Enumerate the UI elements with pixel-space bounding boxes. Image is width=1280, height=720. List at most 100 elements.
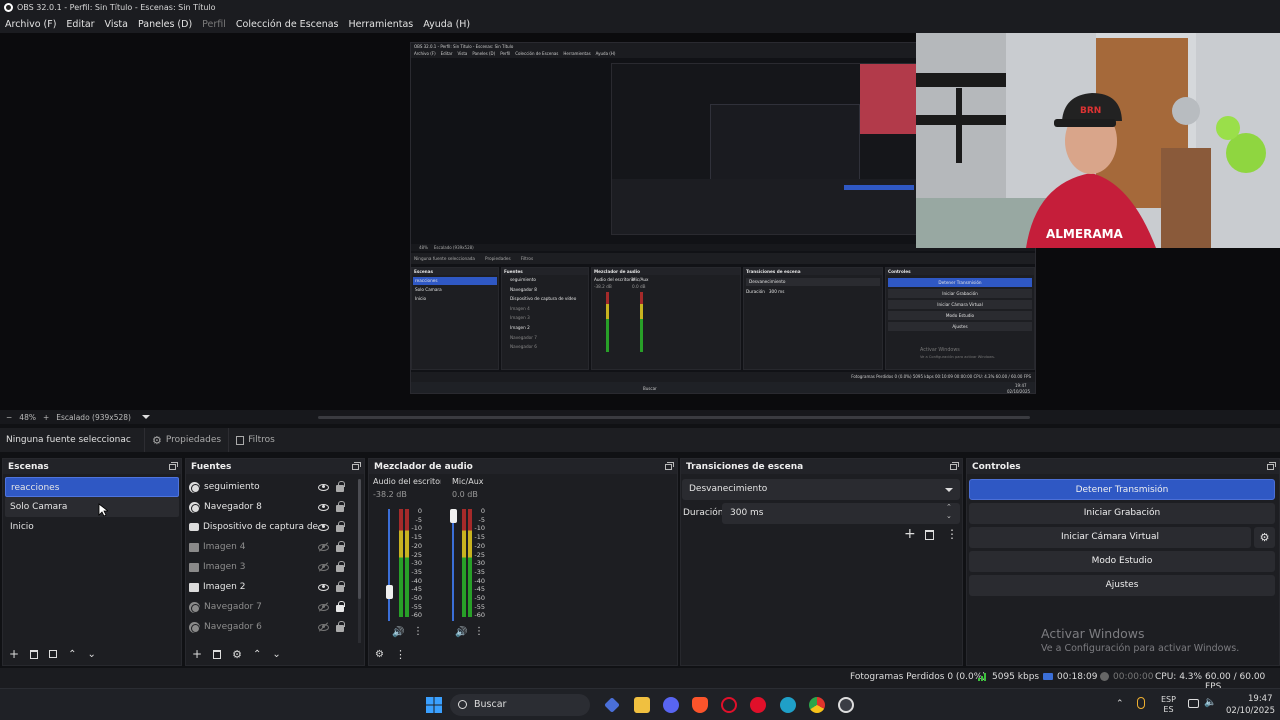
advanced-audio-gear-icon[interactable]: ⚙ <box>375 649 384 660</box>
lock-icon[interactable] <box>336 601 345 612</box>
source-item[interactable]: Imagen 2 <box>186 577 364 597</box>
hidden-eye-icon[interactable] <box>318 563 329 571</box>
add-source-icon[interactable]: + <box>192 647 202 661</box>
channel-menu-icon[interactable]: ⋮ <box>474 626 484 637</box>
scaling-dropdown-icon[interactable] <box>141 415 150 419</box>
undock-icon[interactable] <box>665 461 674 470</box>
menu-ayuda[interactable]: Ayuda (H) <box>423 19 470 30</box>
move-up-icon[interactable]: ⌃ <box>68 649 76 660</box>
properties-button[interactable]: ⚙ Propiedades <box>144 428 228 452</box>
undock-icon[interactable] <box>352 461 361 470</box>
speaker-icon[interactable]: 🔊 <box>392 627 404 638</box>
chrome-icon[interactable] <box>809 697 825 713</box>
menu-archivo[interactable]: Archivo (F) <box>5 19 56 30</box>
language-indicator[interactable]: ESP ES <box>1161 695 1176 715</box>
start-recording-button[interactable]: Iniciar Grabación <box>969 503 1275 524</box>
microphone-icon[interactable] <box>1137 697 1145 709</box>
windows-start-icon[interactable] <box>426 697 442 713</box>
move-down-icon[interactable]: ⌄ <box>87 649 95 660</box>
zoom-out-button[interactable]: − <box>6 413 12 422</box>
menu-herramientas[interactable]: Herramientas <box>349 19 414 30</box>
duration-stepper-icon[interactable]: ⌃ ⌄ <box>946 503 952 521</box>
mixer-menu-icon[interactable]: ⋮ <box>395 648 406 661</box>
filters-button[interactable]: Filtros <box>228 428 282 452</box>
volume-fader-knob[interactable] <box>386 585 393 600</box>
scene-item-solo-camara[interactable]: Solo Camara <box>5 497 179 517</box>
clock-time[interactable]: 19:47 <box>1248 694 1273 704</box>
app-icon-1[interactable] <box>604 697 620 713</box>
undock-icon[interactable] <box>169 461 178 470</box>
brave-icon[interactable] <box>692 697 708 713</box>
scene-filters-icon[interactable] <box>49 650 58 658</box>
menu-perfil[interactable]: Perfil <box>202 19 226 30</box>
transition-select[interactable]: Desvanecimiento <box>682 479 960 500</box>
source-item[interactable]: Navegador 7 <box>186 597 364 617</box>
hidden-eye-icon[interactable] <box>318 603 329 611</box>
delete-source-icon[interactable] <box>213 649 222 659</box>
nested-control-btn: Detener Transmisión <box>888 278 1032 287</box>
zoom-in-button[interactable]: + <box>43 413 49 422</box>
source-item[interactable]: Dispositivo de captura de ví <box>186 517 364 537</box>
obs-taskbar-icon[interactable] <box>838 697 854 713</box>
hidden-eye-icon[interactable] <box>318 623 329 631</box>
menu-editar[interactable]: Editar <box>66 19 94 30</box>
clock-date[interactable]: 02/10/2025 <box>1226 706 1275 716</box>
visibility-eye-icon[interactable] <box>318 583 329 591</box>
undock-icon[interactable] <box>1267 461 1276 470</box>
undock-icon[interactable] <box>950 461 959 470</box>
opera-icon[interactable] <box>750 697 766 713</box>
menu-paneles[interactable]: Paneles (D) <box>138 19 192 30</box>
edge-icon[interactable] <box>780 697 796 713</box>
source-item[interactable]: Imagen 3 <box>186 557 364 577</box>
source-item[interactable]: seguimiento <box>186 477 364 497</box>
settings-button[interactable]: Ajustes <box>969 575 1275 596</box>
opera-gx-icon[interactable] <box>721 697 737 713</box>
volume-icon[interactable]: 🔈 <box>1204 697 1216 708</box>
unlock-icon[interactable] <box>336 561 345 572</box>
menu-vista[interactable]: Vista <box>105 19 128 30</box>
delete-scene-icon[interactable] <box>30 649 39 659</box>
source-item[interactable]: Navegador 6 <box>186 617 364 637</box>
scene-item-reacciones[interactable]: reacciones <box>5 477 179 497</box>
unlock-icon[interactable] <box>336 501 345 512</box>
channel-menu-icon[interactable]: ⋮ <box>413 626 423 637</box>
source-properties-gear-icon[interactable]: ⚙ <box>232 648 242 661</box>
preview-canvas[interactable]: OBS 32.0.1 - Perfil: Sin Título - Escena… <box>0 33 1280 410</box>
network-icon[interactable] <box>1188 699 1199 708</box>
studio-mode-button[interactable]: Modo Estudio <box>969 551 1275 572</box>
add-scene-icon[interactable]: + <box>9 647 19 661</box>
unlock-icon[interactable] <box>336 541 345 552</box>
duration-input[interactable]: 300 ms <box>722 503 960 524</box>
show-hidden-icons-icon[interactable]: ⌃ <box>1116 699 1124 709</box>
add-transition-icon[interactable]: + <box>904 526 916 542</box>
scene-item-inicio[interactable]: Inicio <box>5 517 179 537</box>
visibility-eye-icon[interactable] <box>318 503 329 511</box>
hidden-eye-icon[interactable] <box>318 543 329 551</box>
delete-transition-icon[interactable] <box>925 530 934 540</box>
stop-streaming-button[interactable]: Detener Transmisión <box>969 479 1275 500</box>
unlock-icon[interactable] <box>336 481 345 492</box>
unlock-icon[interactable] <box>336 521 345 532</box>
virtual-camera-gear-icon[interactable]: ⚙ <box>1254 527 1275 548</box>
discord-icon[interactable] <box>663 697 679 713</box>
source-item[interactable]: Imagen 4 <box>186 537 364 557</box>
speaker-icon[interactable]: 🔊 <box>455 627 467 638</box>
move-down-icon[interactable]: ⌄ <box>272 649 280 660</box>
transition-menu-icon[interactable]: ⋮ <box>946 527 958 541</box>
file-explorer-icon[interactable] <box>634 697 650 713</box>
move-up-icon[interactable]: ⌃ <box>253 649 261 660</box>
unlock-icon[interactable] <box>336 621 345 632</box>
menu-coleccion-escenas[interactable]: Colección de Escenas <box>236 19 339 30</box>
visibility-eye-icon[interactable] <box>318 523 329 531</box>
volume-fader-knob[interactable] <box>450 509 457 523</box>
volume-fader[interactable] <box>452 509 454 621</box>
unlock-icon[interactable] <box>336 581 345 592</box>
nested-controls-dock: Controles Detener Transmisión Iniciar Gr… <box>885 267 1035 370</box>
sources-scrollbar[interactable] <box>358 479 361 645</box>
start-virtual-camera-button[interactable]: Iniciar Cámara Virtual <box>969 527 1251 548</box>
volume-fader[interactable] <box>388 509 390 621</box>
source-item[interactable]: Navegador 8 <box>186 497 364 517</box>
taskbar-search-box[interactable]: Buscar <box>450 694 590 716</box>
preview-horizontal-scrollbar[interactable] <box>318 416 1030 419</box>
visibility-eye-icon[interactable] <box>318 483 329 491</box>
